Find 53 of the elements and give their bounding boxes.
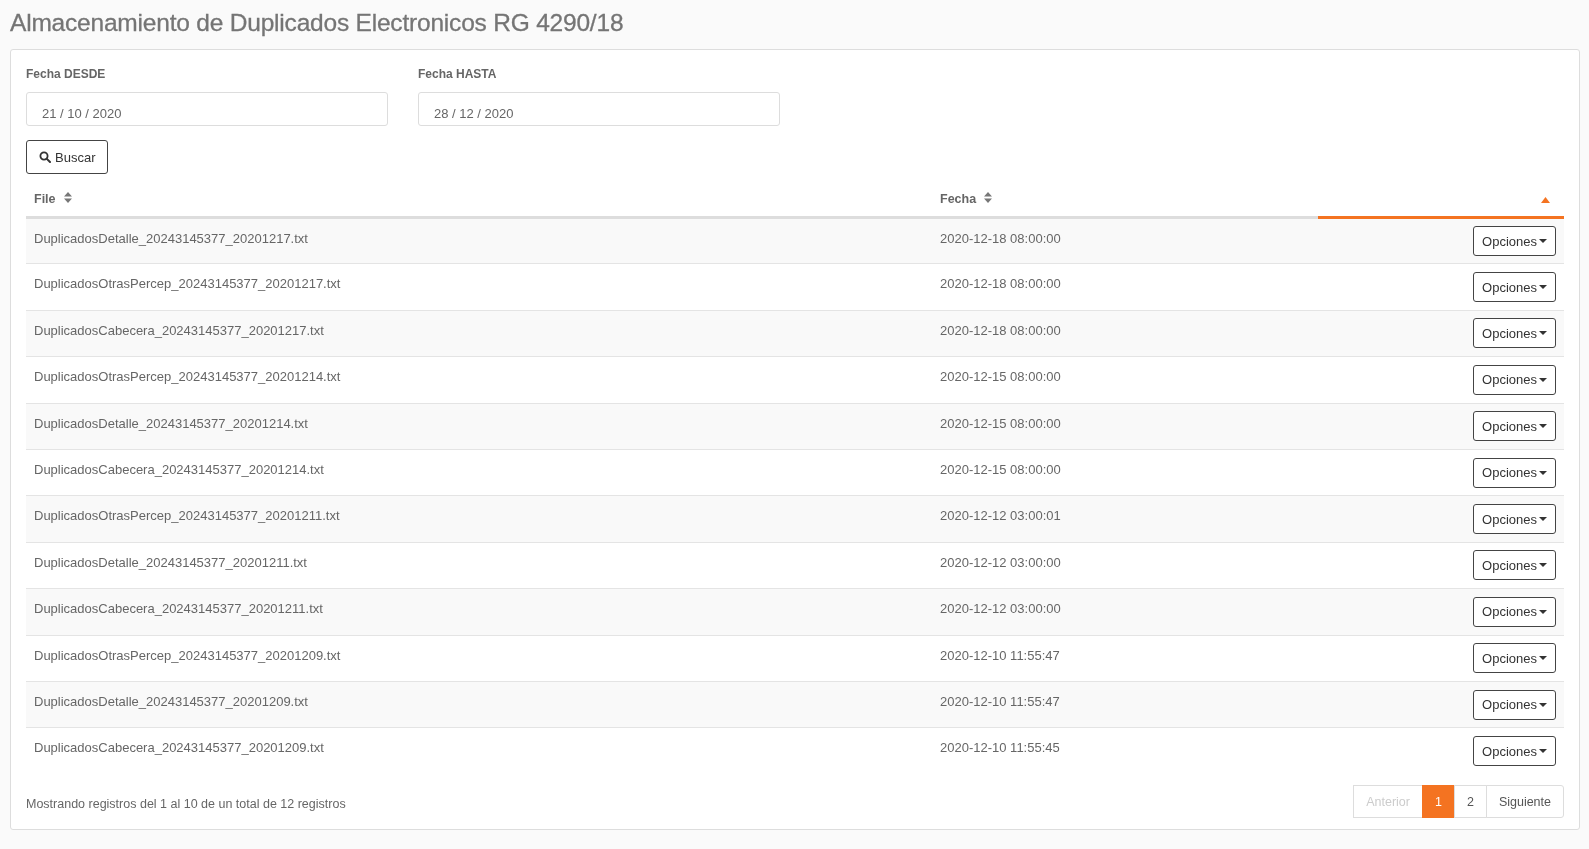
caret-icon (1539, 563, 1547, 568)
date-cell: 2020-12-10 11:55:45 (932, 727, 1318, 775)
date-cell: 2020-12-12 03:00:01 (932, 495, 1318, 543)
options-dropdown-button[interactable]: Opciones (1473, 457, 1556, 488)
options-dropdown-button[interactable]: Opciones (1473, 596, 1556, 627)
caret-icon (1539, 702, 1547, 707)
file-name-cell: DuplicadosOtrasPercep_20243145377_20201211.txt (26, 495, 932, 543)
file-name-cell: DuplicadosDetalle_20243145377_20201209.txt (26, 681, 932, 728)
column-header[interactable]: Fecha (940, 191, 977, 206)
options-dropdown-button[interactable]: Opciones (1473, 504, 1556, 535)
options-dropdown-button[interactable]: Opciones (1473, 364, 1556, 395)
sort-icon[interactable] (984, 191, 993, 203)
caret-icon (1539, 749, 1547, 754)
date-cell: 2020-12-12 03:00:00 (932, 588, 1318, 635)
file-name-cell: DuplicadosDetalle_20243145377_20201217.txt (26, 217, 932, 264)
caret-icon (1539, 285, 1547, 290)
options-dropdown-button[interactable]: Opciones (1473, 272, 1556, 303)
date-cell: 2020-12-15 08:00:00 (932, 403, 1318, 450)
options-dropdown-button[interactable]: Opciones (1473, 226, 1556, 257)
caret-icon (1539, 470, 1547, 475)
records-info: Mostrando registros del 1 al 10 de un total de 12 registros (26, 797, 346, 812)
file-name-cell: DuplicadosCabecera_20243145377_20201217.txt (26, 310, 932, 357)
caret-icon (1539, 377, 1547, 382)
date-cell: 2020-12-18 08:00:00 (932, 217, 1318, 264)
date-cell: 2020-12-10 11:55:47 (932, 681, 1318, 728)
file-name-cell: DuplicadosCabecera_20243145377_20201209.txt (26, 727, 932, 775)
options-dropdown-button[interactable]: Opciones (1473, 550, 1556, 581)
caret-icon (1539, 609, 1547, 614)
options-dropdown-button[interactable]: Opciones (1473, 643, 1556, 674)
options-dropdown-button[interactable]: Opciones (1473, 736, 1556, 767)
sort-ascending-icon[interactable] (1541, 196, 1550, 203)
file-name-cell: DuplicadosCabecera_20243145377_20201211.txt (26, 588, 932, 635)
options-dropdown-button[interactable]: Opciones (1473, 318, 1556, 349)
column-header[interactable]: File (34, 191, 56, 206)
date-cell: 2020-12-18 08:00:00 (932, 310, 1318, 357)
pagination-button[interactable]: 2 (1453, 785, 1487, 819)
date-field[interactable]: 28 / 12 / 2020 (418, 92, 780, 126)
field-label: Fecha DESDE (26, 67, 106, 81)
options-dropdown-button[interactable]: Opciones (1473, 411, 1556, 442)
caret-icon (1539, 517, 1547, 522)
pagination-button[interactable]: Siguiente (1485, 785, 1564, 819)
date-field[interactable]: 21 / 10 / 2020 (26, 92, 388, 126)
caret-icon (1539, 424, 1547, 429)
options-dropdown-button[interactable]: Opciones (1473, 689, 1556, 720)
field-label: Fecha HASTA (418, 67, 497, 81)
page-title: Almacenamiento de Duplicados Electronicos RG 4290/18 (10, 9, 625, 37)
caret-icon (1539, 656, 1547, 661)
caret-icon (1539, 331, 1547, 336)
caret-icon (1539, 239, 1547, 244)
sort-icon[interactable] (63, 191, 72, 203)
search-icon (39, 151, 51, 163)
file-name-cell: DuplicadosDetalle_20243145377_20201214.txt (26, 403, 932, 450)
search-button[interactable]: Buscar (26, 140, 109, 174)
